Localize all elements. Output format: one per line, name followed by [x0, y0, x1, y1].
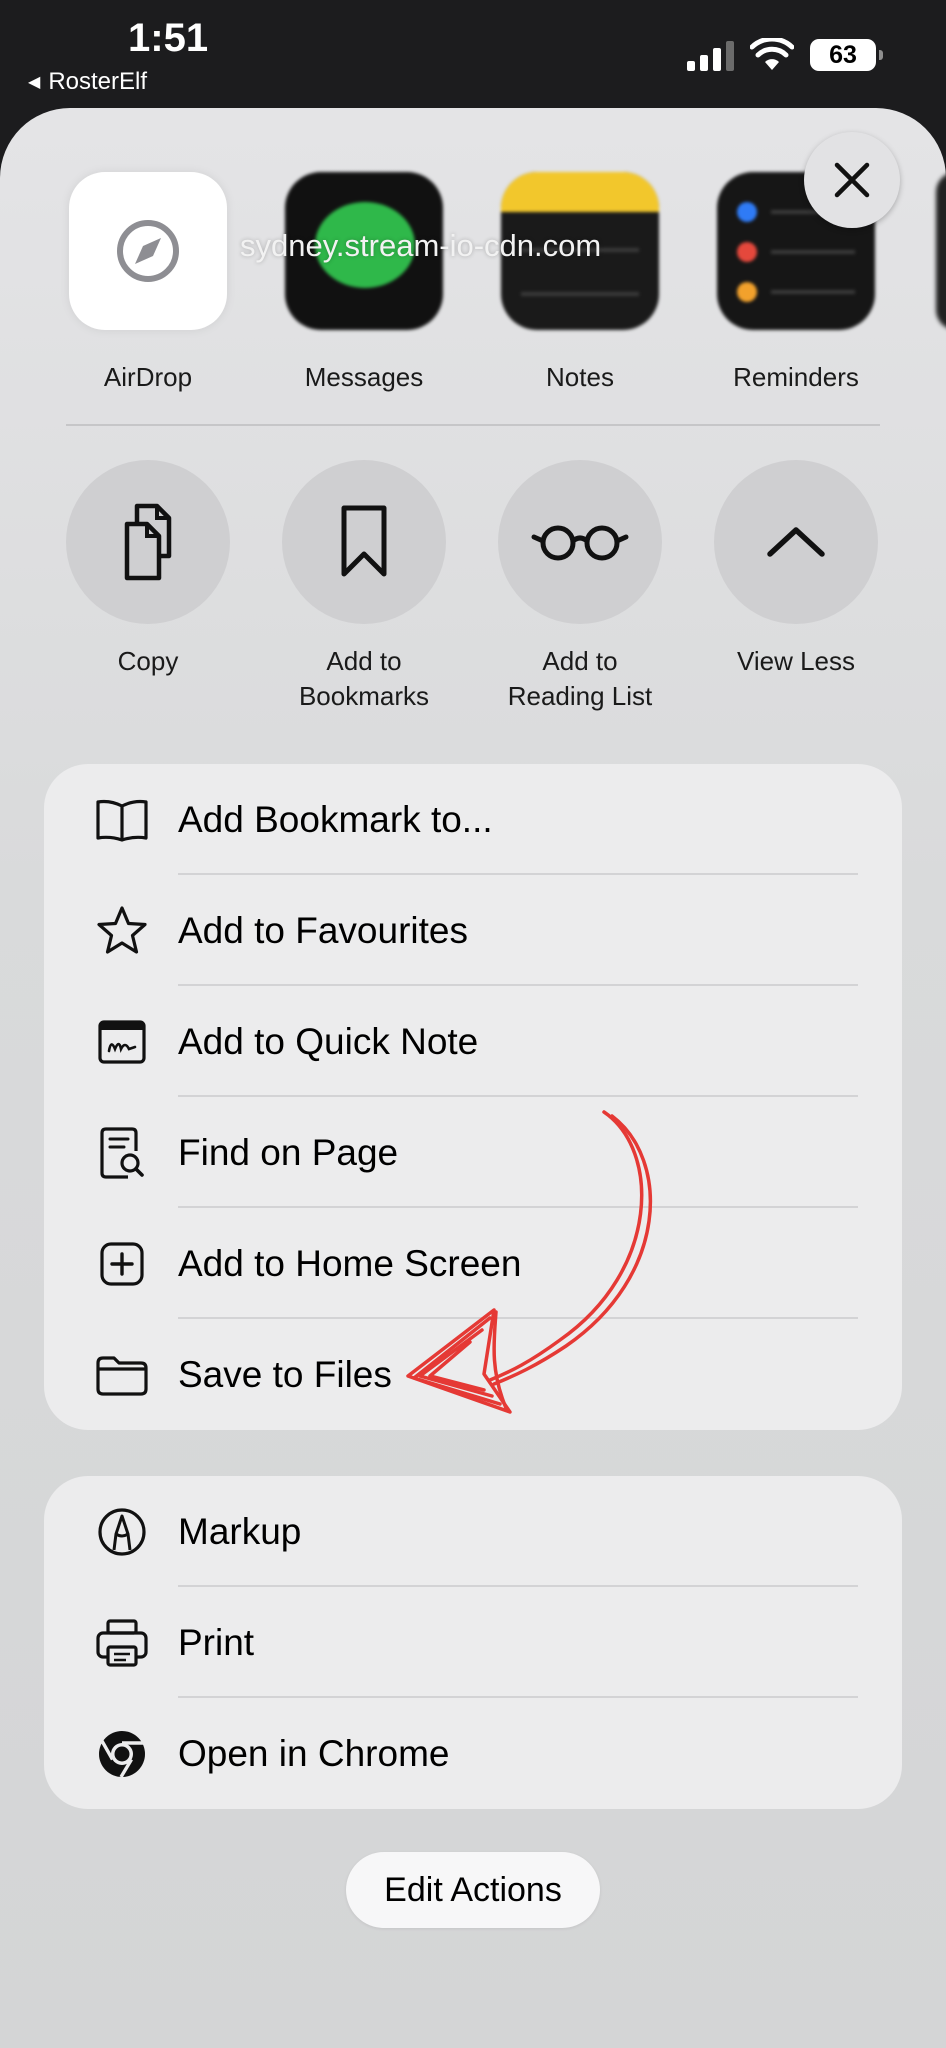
menu-item-save-to-files[interactable]: Save to Files [44, 1319, 902, 1430]
menu-item-open-in-chrome[interactable]: Open in Chrome [44, 1698, 902, 1809]
back-triangle-icon: ◀ [28, 74, 41, 91]
printer-icon [94, 1615, 150, 1671]
markup-icon [94, 1504, 150, 1560]
wifi-icon [750, 38, 794, 70]
menu-group-primary: Add Bookmark to... Add to Favourites Add… [44, 764, 902, 1430]
menu-item-add-bookmark-to[interactable]: Add Bookmark to... [44, 764, 902, 875]
action-label: Add to Reading List [507, 646, 653, 711]
next-app-icon[interactable] [936, 172, 946, 330]
star-icon [94, 903, 150, 959]
menu-item-add-to-favourites[interactable]: Add to Favourites [44, 875, 902, 986]
add-to-bookmarks-button[interactable]: Add to Bookmarks [264, 460, 464, 714]
menu-item-markup[interactable]: Markup [44, 1476, 902, 1587]
view-less-button[interactable]: View Less [696, 460, 896, 679]
copy-icon [124, 503, 172, 581]
app-airdrop[interactable]: AirDrop [58, 172, 238, 393]
add-square-icon [94, 1236, 150, 1292]
divider [66, 424, 880, 426]
glasses-icon [531, 525, 629, 561]
action-label: Add to Bookmarks [298, 646, 430, 711]
app-row: AirDrop Messages Notes Reminders [0, 172, 946, 392]
copy-button[interactable]: Copy [48, 460, 248, 679]
battery-level: 63 [829, 40, 857, 69]
find-on-page-icon [94, 1125, 150, 1181]
menu-item-add-to-home-screen[interactable]: Add to Home Screen [44, 1208, 902, 1319]
app-label: Reminders [733, 362, 859, 392]
menu-item-print[interactable]: Print [44, 1587, 902, 1698]
close-button[interactable] [804, 132, 900, 228]
back-to-app-link[interactable]: ◀ RosterElf [28, 68, 147, 96]
clock: 1:51 [128, 16, 209, 60]
quick-note-icon [94, 1014, 150, 1070]
back-app-label: RosterElf [48, 68, 148, 95]
book-icon [94, 792, 150, 848]
menu-item-add-to-quick-note[interactable]: Add to Quick Note [44, 986, 902, 1097]
compass-icon [69, 172, 227, 330]
app-notes[interactable]: Notes [490, 172, 670, 393]
cellular-signal-icon [687, 39, 734, 71]
menu-group-secondary: Markup Print Open in Chrome [44, 1476, 902, 1809]
edit-actions-button[interactable]: Edit Actions [346, 1852, 600, 1928]
app-messages[interactable]: Messages [274, 172, 454, 393]
action-label: View Less [736, 646, 856, 676]
battery-icon: 63 [810, 39, 883, 71]
close-icon [834, 162, 870, 198]
app-label: AirDrop [103, 362, 193, 392]
chevron-up-icon [767, 527, 825, 557]
status-icons: 63 [687, 38, 883, 72]
action-label: Copy [117, 646, 179, 676]
add-to-reading-list-button[interactable]: Add to Reading List [480, 460, 680, 714]
menu-item-find-on-page[interactable]: Find on Page [44, 1097, 902, 1208]
chrome-icon [94, 1726, 150, 1782]
bookmark-icon [341, 505, 387, 577]
share-sheet: AirDrop Messages Notes Reminders sydney.… [0, 108, 946, 2048]
app-label: Notes [546, 362, 614, 392]
folder-icon [94, 1347, 150, 1403]
app-label: Messages [304, 362, 424, 392]
page-url: sydney.stream-io-cdn.com [240, 228, 602, 263]
